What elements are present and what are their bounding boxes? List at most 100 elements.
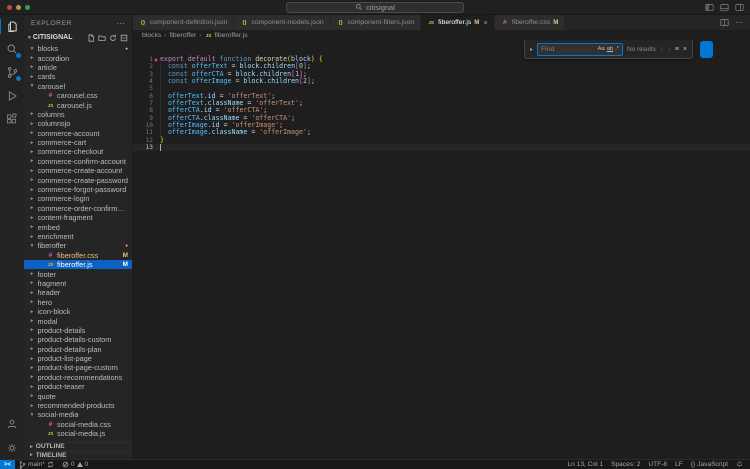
tree-item[interactable]: ▸commerce-account <box>24 129 132 138</box>
tree-item[interactable]: ▾carousel <box>24 82 132 91</box>
indentation-item[interactable]: Spaces: 2 <box>607 461 644 468</box>
code-line[interactable]: 4 const offerImage = block.children[2]; <box>133 78 750 85</box>
toggle-panel-icon[interactable] <box>720 3 729 12</box>
new-folder-icon[interactable] <box>98 34 106 42</box>
workspace-row[interactable]: ▾ CITISIGNAL <box>24 31 132 44</box>
tab[interactable]: {}component-definition.json <box>133 15 234 30</box>
split-editor-icon[interactable] <box>720 18 729 27</box>
explorer-icon[interactable] <box>0 15 24 38</box>
extensions-icon[interactable] <box>0 107 24 130</box>
tree-item[interactable]: ▾blocks● <box>24 44 132 53</box>
sidebar-section-outline[interactable]: ▸OUTLINE <box>24 442 132 451</box>
breadcrumb-item[interactable]: fiberoffer <box>170 32 197 39</box>
tree-item[interactable]: ▸hero <box>24 298 132 307</box>
find-in-selection-icon[interactable]: ≡ <box>675 46 679 53</box>
tab[interactable]: {}component-models.json <box>234 15 330 30</box>
tree-item[interactable]: ▸commerce-confirm-account <box>24 157 132 166</box>
encoding-item[interactable]: UTF-8 <box>644 461 671 468</box>
tree-item[interactable]: ▸quote <box>24 391 132 400</box>
tree-item[interactable]: ▸fragment <box>24 279 132 288</box>
breadcrumb-item[interactable]: blocks <box>142 32 161 39</box>
close-find-icon[interactable]: × <box>683 46 687 53</box>
tree-item[interactable]: ▸product-details-custom <box>24 335 132 344</box>
tree-item[interactable]: ▸columnsjo <box>24 119 132 128</box>
tree-item[interactable]: ▸modal <box>24 316 132 325</box>
tree-item-label: accordion <box>38 54 70 63</box>
tree-item[interactable]: ▸recommended-products <box>24 401 132 410</box>
sidebar-section-timeline[interactable]: ▸TIMELINE <box>24 451 132 460</box>
tree-item[interactable]: #social-media.css <box>24 420 132 429</box>
eol-item[interactable]: LF <box>671 461 687 468</box>
tree-item[interactable]: ▸enrichment <box>24 232 132 241</box>
toggle-sidebar-icon[interactable] <box>705 3 714 12</box>
tree-item[interactable]: ▸commerce-order-confirmation <box>24 204 132 213</box>
language-mode-item[interactable]: {} JavaScript <box>687 461 732 468</box>
tree-item[interactable]: ▸accordion <box>24 53 132 62</box>
toggle-secondary-sidebar-icon[interactable] <box>735 3 744 12</box>
tree-item[interactable]: ▸commerce-cart <box>24 138 132 147</box>
tree-item[interactable]: ▾fiberoffer● <box>24 241 132 250</box>
search-icon[interactable] <box>0 38 24 61</box>
close-window-icon[interactable] <box>7 5 12 10</box>
tree-item[interactable]: ▸product-details <box>24 326 132 335</box>
tree-item[interactable]: ▸product-details-plan <box>24 345 132 354</box>
cursor-position-item[interactable]: Ln 13, Col 1 <box>564 461 608 468</box>
tree-item[interactable]: ▸header <box>24 288 132 297</box>
tree-item[interactable]: JSfiberoffer.jsM <box>24 260 132 269</box>
explorer-more-actions-icon[interactable]: ⋯ <box>117 19 126 28</box>
notifications-item[interactable] <box>732 461 747 468</box>
tree-item[interactable]: ▸icon-block <box>24 307 132 316</box>
breadcrumb-item[interactable]: JSfiberoffer.js <box>205 32 248 39</box>
tree-item[interactable]: ▸cards <box>24 72 132 81</box>
tree-item[interactable]: ▸content-fragment <box>24 213 132 222</box>
tree-item[interactable]: #carousel.css <box>24 91 132 100</box>
refresh-icon[interactable] <box>109 34 117 42</box>
tab[interactable]: {}component-filters.json <box>331 15 422 30</box>
more-actions-icon[interactable]: ⋯ <box>735 18 743 27</box>
tree-item[interactable]: ▸footer <box>24 269 132 278</box>
tree-item[interactable]: #fiberoffer.cssM <box>24 251 132 260</box>
run-debug-icon[interactable] <box>0 84 24 107</box>
window-controls[interactable] <box>7 5 30 10</box>
tree-item[interactable]: ▸commerce-create-password <box>24 175 132 184</box>
find-next-icon[interactable]: ↓ <box>667 46 671 53</box>
code-line[interactable]: 11 offerImage.className = 'offerImage'; <box>133 129 750 136</box>
command-center[interactable]: citisignal <box>286 2 464 13</box>
source-control-icon[interactable] <box>0 61 24 84</box>
problems-item[interactable]: 0 0 <box>58 461 92 468</box>
accounts-icon[interactable] <box>0 413 24 436</box>
tree-item[interactable]: ▸embed <box>24 222 132 231</box>
tree-item[interactable]: JScarousel.js <box>24 100 132 109</box>
tree-item[interactable]: ▾social-media <box>24 410 132 419</box>
maximize-window-icon[interactable] <box>25 5 30 10</box>
code-line[interactable]: 13 <box>133 144 750 151</box>
settings-gear-icon[interactable] <box>0 436 24 459</box>
find-input[interactable]: Find Aa ab .* <box>537 43 623 56</box>
tree-item[interactable]: ▸product-list-page <box>24 354 132 363</box>
whole-word-icon[interactable]: ab <box>607 46 613 52</box>
regex-icon[interactable]: .* <box>615 46 619 52</box>
collapse-all-icon[interactable] <box>120 34 128 42</box>
find-previous-icon[interactable]: ↑ <box>660 46 664 53</box>
tree-item[interactable]: ▸commerce-checkout <box>24 147 132 156</box>
tree-item[interactable]: ▸product-list-page-custom <box>24 363 132 372</box>
tree-item[interactable]: ▸article <box>24 63 132 72</box>
minimize-window-icon[interactable] <box>16 5 21 10</box>
tree-item[interactable]: ▸commerce-login <box>24 194 132 203</box>
new-file-icon[interactable] <box>87 34 95 42</box>
tab[interactable]: #fiberoffer.cssM <box>495 15 566 30</box>
code-line[interactable]: 12} <box>133 137 750 144</box>
tree-item[interactable]: ▸commerce-create-account <box>24 166 132 175</box>
tree-item[interactable]: ▸columns <box>24 110 132 119</box>
tab[interactable]: JSfiberoffer.jsM× <box>421 15 495 30</box>
git-branch-item[interactable]: main* <box>15 461 58 469</box>
close-tab-icon[interactable]: × <box>483 18 487 27</box>
tree-item[interactable]: ▸product-teaser <box>24 382 132 391</box>
remote-indicator[interactable]: >< <box>0 460 15 469</box>
tree-item[interactable]: ▸commerce-forgot-password <box>24 185 132 194</box>
tree-item[interactable]: JSsocial-media.js <box>24 429 132 438</box>
match-case-icon[interactable]: Aa <box>598 46 605 52</box>
code-editor[interactable]: 1export default function decorate(block)… <box>133 40 750 459</box>
tree-item[interactable]: ▸product-recommendations <box>24 373 132 382</box>
toggle-replace-chevron-icon[interactable]: ▸ <box>530 46 533 53</box>
